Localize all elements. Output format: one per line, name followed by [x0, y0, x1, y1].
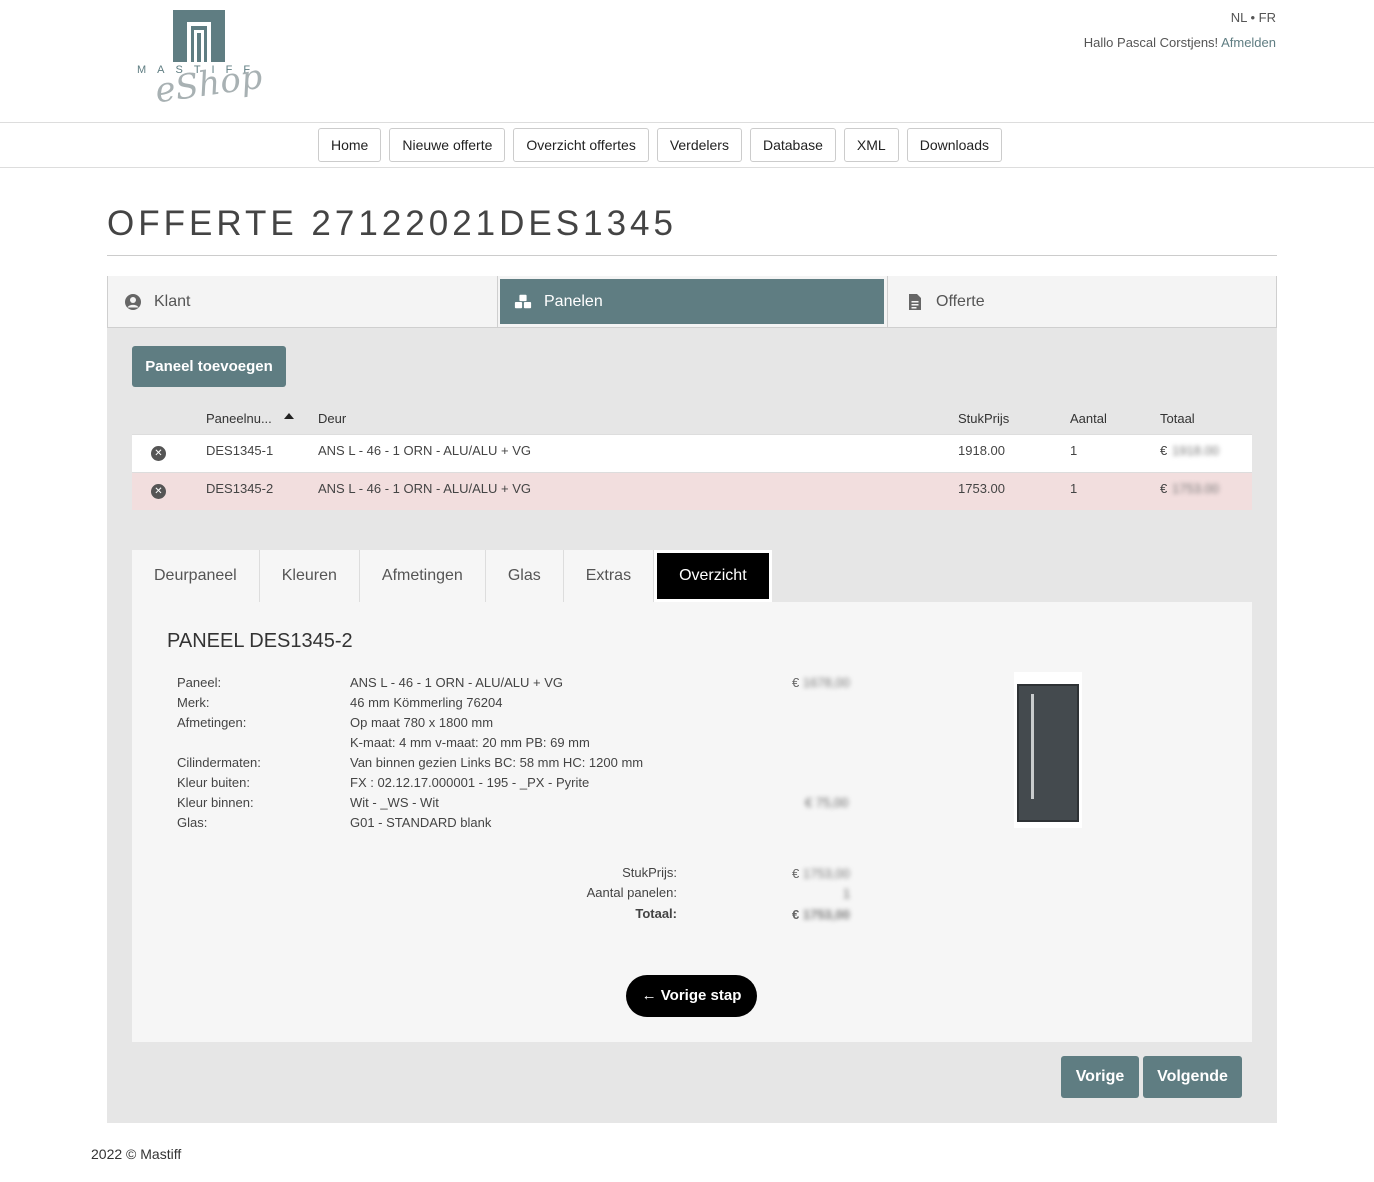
lang-nl[interactable]: NL [1231, 10, 1247, 25]
nav-distributors[interactable]: Verdelers [656, 128, 742, 162]
lang-separator: • [1250, 10, 1256, 25]
table-header: Paneelnu... Deur StukPrijs Aantal Totaal [132, 404, 1252, 434]
col-quantity[interactable]: Aantal [1070, 411, 1107, 426]
step-panelen[interactable]: Panelen [500, 279, 884, 324]
label-panel: Paneel: [177, 675, 222, 690]
label-color-inside: Kleur binnen: [177, 795, 254, 810]
title-divider [107, 255, 1277, 256]
cell-unit-price: 1753.00 [958, 481, 1005, 496]
tab-deurpaneel[interactable]: Deurpaneel [132, 550, 260, 602]
nav-database[interactable]: Database [749, 128, 836, 162]
previous-button[interactable]: Vorige [1061, 1056, 1139, 1098]
price-panel: € 1678,00 [792, 675, 850, 690]
sum-unit-price: € 1753,00 [792, 866, 850, 881]
value-cylinder: Van binnen gezien Links BC: 58 mm HC: 12… [350, 755, 644, 770]
cell-currency: € [1160, 443, 1168, 458]
value-color-outside: FX : 02.12.17.000001 - 195 - _PX - Pyrit… [350, 775, 590, 790]
table-row[interactable]: ✕ DES1345-2 ANS L - 46 - 1 ORN - ALU/ALU… [132, 472, 1252, 510]
col-unit-price[interactable]: StukPrijs [958, 411, 1009, 426]
value-brand: 46 mm Kömmerling 76204 [350, 695, 503, 710]
label-panel-count: Aantal panelen: [586, 885, 677, 900]
cell-quantity: 1 [1070, 443, 1078, 458]
tab-glas[interactable]: Glas [485, 550, 564, 602]
col-door[interactable]: Deur [318, 411, 346, 426]
remove-row-icon[interactable]: ✕ [151, 446, 166, 461]
user-greeting: Hallo Pascal Corstjens! Afmelden [1084, 35, 1276, 50]
cell-total: 1918.00 [1172, 443, 1219, 458]
lang-fr[interactable]: FR [1259, 10, 1276, 25]
cell-quantity: 1 [1070, 481, 1078, 496]
col-total[interactable]: Totaal [1160, 411, 1195, 426]
label-cylinder: Cilindermaten: [177, 755, 261, 770]
step-panelen-label: Panelen [544, 292, 603, 310]
document-icon [909, 293, 921, 310]
sum-total: € 1753,00 [792, 907, 850, 922]
label-brand: Merk: [177, 695, 210, 710]
tab-extras[interactable]: Extras [563, 550, 655, 602]
cell-currency: € [1160, 481, 1168, 496]
tab-afmetingen[interactable]: Afmetingen [359, 550, 486, 602]
value-dimensions: Op maat 780 x 1800 mm [350, 715, 494, 730]
step-klant-label: Klant [154, 292, 191, 310]
footer-copyright: 2022 © Mastiff [91, 1146, 182, 1162]
step-klant[interactable]: Klant [124, 276, 190, 327]
value-glass: G01 - STANDARD blank [350, 815, 492, 830]
sum-unit-price-value: 1753,00 [802, 866, 850, 881]
label-color-outside: Kleur buiten: [177, 775, 250, 790]
language-switcher: NL • FR [1231, 10, 1276, 25]
quote-panel: Klant Panelen Offerte Paneel toevoegen P… [107, 276, 1277, 1123]
value-panel: ANS L - 46 - 1 ORN - ALU/ALU + VG [350, 675, 564, 690]
sum-panel-count: 1 [843, 886, 851, 901]
panel-title: PANEEL DES1345-2 [167, 630, 353, 652]
door-preview-image [1014, 672, 1082, 828]
greeting-text: Hallo Pascal Corstjens! [1083, 35, 1219, 50]
sum-unit-price-currency: € [792, 866, 800, 881]
step-offerte[interactable]: Offerte [906, 276, 985, 327]
label-unit-price: StukPrijs: [622, 865, 677, 880]
value-color-inside: Wit - _WS - Wit [350, 795, 439, 810]
nav-downloads[interactable]: Downloads [906, 128, 1002, 162]
col-panel-number[interactable]: Paneelnu... [206, 411, 272, 426]
sum-total-currency: € [792, 907, 800, 922]
page-title: OFFERTE 27122021DES1345 [107, 204, 677, 243]
cell-panel-number: DES1345-1 [206, 443, 274, 458]
panels-table: Paneelnu... Deur StukPrijs Aantal Totaal… [132, 404, 1252, 510]
step-offerte-label: Offerte [936, 292, 985, 310]
user-circle-icon [125, 293, 141, 310]
cell-unit-price: 1918.00 [958, 443, 1005, 458]
price-panel-value: 1678,00 [802, 675, 850, 690]
previous-step-button[interactable]: ← Vorige stap [626, 975, 757, 1017]
cell-panel-number: DES1345-2 [206, 481, 274, 496]
label-glass: Glas: [177, 815, 208, 830]
main-nav: Home Nieuwe offerte Overzicht offertes V… [0, 122, 1374, 168]
tab-kleuren[interactable]: Kleuren [259, 550, 360, 602]
cell-door: ANS L - 46 - 1 ORN - ALU/ALU + VG [318, 481, 532, 496]
nav-home[interactable]: Home [318, 128, 382, 162]
table-row[interactable]: ✕ DES1345-1 ANS L - 46 - 1 ORN - ALU/ALU… [132, 434, 1252, 472]
nav-new-quote[interactable]: Nieuwe offerte [389, 128, 506, 162]
nav-xml[interactable]: XML [843, 128, 899, 162]
next-button[interactable]: Volgende [1143, 1056, 1242, 1098]
cell-total: 1753.00 [1172, 481, 1219, 496]
overview-pane: PANEEL DES1345-2 Paneel: Merk: Afmetinge… [132, 602, 1252, 1042]
cell-door: ANS L - 46 - 1 ORN - ALU/ALU + VG [318, 443, 532, 458]
add-panel-button[interactable]: Paneel toevoegen [132, 346, 286, 387]
logo-door-icon [173, 10, 225, 62]
tab-overzicht[interactable]: Overzicht [654, 550, 772, 602]
value-measurements: K-maat: 4 mm v-maat: 20 mm PB: 69 mm [350, 735, 590, 750]
cubes-icon [514, 294, 532, 308]
mastiff-logo[interactable]: MASTIFF eShop [137, 8, 267, 111]
price-panel-currency: € [792, 675, 800, 690]
wizard-steps: Klant Panelen Offerte [107, 276, 1277, 328]
label-dimensions: Afmetingen: [177, 715, 247, 730]
nav-quotes-overview[interactable]: Overzicht offertes [513, 128, 649, 162]
sum-total-value: 1753,00 [802, 907, 850, 922]
logout-link[interactable]: Afmelden [1221, 35, 1276, 50]
sort-asc-icon[interactable] [284, 413, 294, 419]
remove-row-icon[interactable]: ✕ [151, 484, 166, 499]
price-color-inside: € 75,00 [805, 795, 849, 810]
panel-tabs: Deurpaneel Kleuren Afmetingen Glas Extra… [132, 550, 772, 602]
label-total: Totaal: [635, 906, 677, 921]
